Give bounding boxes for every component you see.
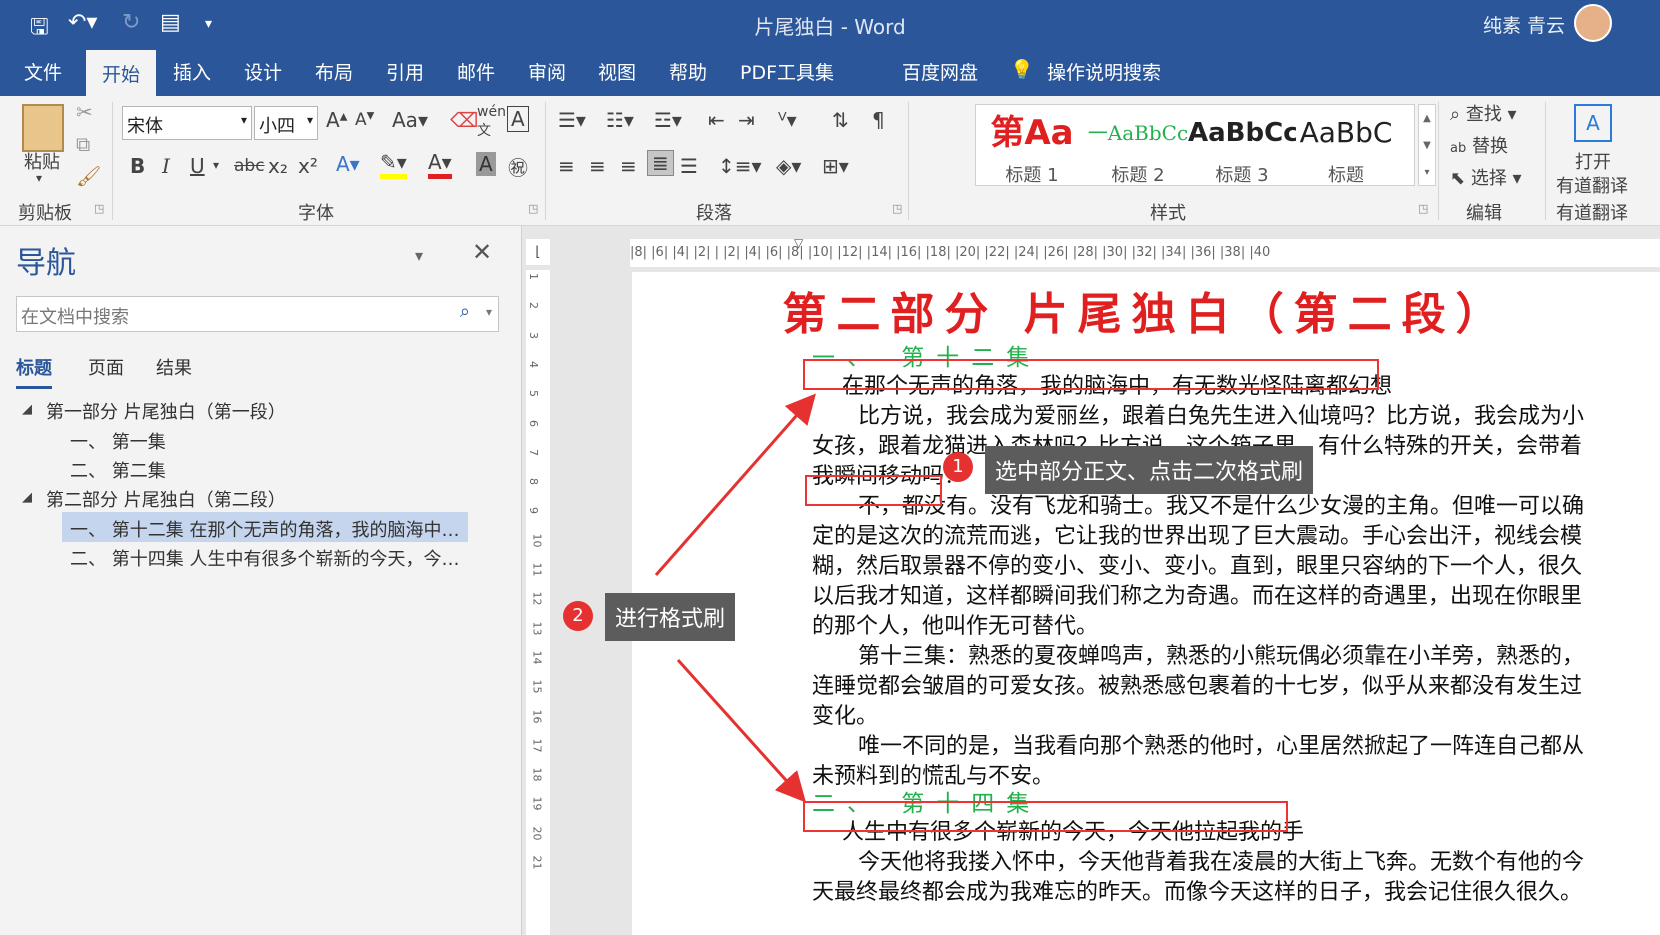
arrow-down <box>676 658 807 803</box>
arrow-up <box>654 393 816 576</box>
step-2-callout: 进行格式刷 <box>605 593 736 641</box>
step-1-badge: 1 <box>943 452 973 482</box>
step-2-badge: 2 <box>563 601 593 631</box>
step-1-callout: 选中部分正文、点击二次格式刷 <box>985 446 1314 494</box>
annotation-arrows <box>654 393 816 803</box>
